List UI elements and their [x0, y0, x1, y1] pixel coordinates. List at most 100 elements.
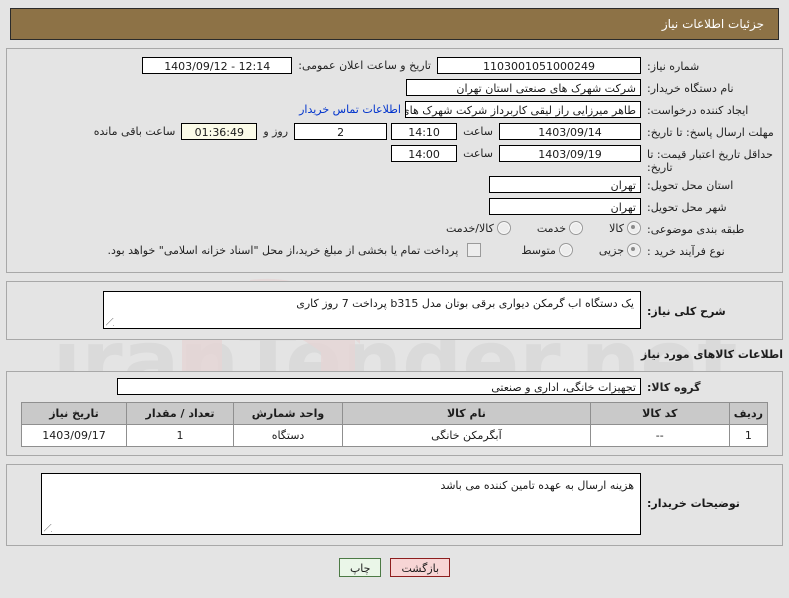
fields-goods-group: تجهیزات خانگی، اداری و صنعتی — [13, 378, 641, 395]
label-need-number: شماره نیاز: — [647, 60, 700, 73]
row-price-validity: حداقل تاریخ اعتبار قیمت: تا تاریخ: 1403/… — [13, 145, 776, 174]
buyer-notes-textarea[interactable]: هزینه ارسال به عهده تامین کننده می باشد — [41, 473, 641, 535]
goods-table-body: 1 -- آبگرمکن خانگی دستگاه 1 1403/09/17 — [21, 424, 769, 447]
price-validity-date-field[interactable]: 1403/09/19 — [499, 145, 641, 162]
fields-request-creator: طاهر میرزایی راز لیقی کاربرداز شرکت شهرک… — [13, 101, 641, 118]
radio-icon-khedmat[interactable] — [569, 221, 584, 235]
label-price-validity-time: ساعت — [463, 147, 493, 160]
cell-unit: دستگاه — [233, 424, 343, 447]
delivery-province-field[interactable]: تهران — [489, 176, 641, 193]
header-wrap: جزئیات اطلاعات نیاز — [0, 0, 789, 40]
row-purchase-process: نوع فرآیند خرید : جزیی متوسط پرداخت تمام… — [13, 242, 776, 262]
delivery-city-field[interactable]: تهران — [489, 198, 641, 215]
label-request-creator: ایجاد کننده درخواست: — [647, 104, 749, 117]
radio-subject-khedmat[interactable]: خدمت — [536, 221, 584, 235]
row-buyer-org: نام دستگاه خریدار: شرکت شهرک های صنعتی ا… — [13, 79, 776, 99]
radio-label-khedmat: خدمت — [536, 221, 567, 235]
checkbox-treasury-docs[interactable]: پرداخت تمام یا بخشی از مبلغ خرید،از محل … — [108, 243, 482, 257]
response-deadline-time-field[interactable]: 14:10 — [391, 123, 458, 140]
radio-icon-kala-khedmat[interactable] — [496, 221, 511, 235]
need-number-field[interactable]: 1103001051000249 — [437, 57, 641, 74]
cell-radif: 1 — [728, 424, 769, 447]
table-row[interactable]: 1 -- آبگرمکن خانگی دستگاه 1 1403/09/17 — [21, 424, 769, 447]
fields-buyer-org: شرکت شهرک های صنعتی استان تهران — [13, 79, 641, 96]
col-header-name: نام کالا — [342, 402, 591, 425]
radio-icon-kala[interactable] — [627, 221, 641, 235]
radio-label-kala: کالا — [609, 221, 624, 235]
fields-delivery-province: تهران — [13, 176, 641, 193]
label-response-deadline: مهلت ارسال پاسخ: تا تاریخ: — [647, 126, 774, 139]
table-header-row: ردیف کد کالا نام کالا واحد شمارش تعداد /… — [21, 402, 769, 425]
radio-icon-motevaset[interactable] — [558, 243, 573, 257]
radio-process-jozee[interactable]: جزیی — [599, 243, 641, 257]
general-description-textarea[interactable]: یک دستگاه اب گرمکن دیواری برقی بوتان مدل… — [103, 291, 641, 329]
col-header-radif: ردیف — [728, 402, 769, 425]
radio-process-motevaset[interactable]: متوسط — [521, 243, 573, 257]
general-description-panel: شرح کلی نیاز: یک دستگاه اب گرمکن دیواری … — [6, 281, 783, 340]
label-remaining-hours: ساعت باقی مانده — [93, 125, 176, 138]
fields-price-validity: 1403/09/19 ساعت 14:00 — [13, 145, 641, 162]
need-info-panel: شماره نیاز: 1103001051000249 تاریخ و ساع… — [6, 48, 783, 273]
radio-label-motevaset: متوسط — [521, 243, 556, 257]
goods-group-field[interactable]: تجهیزات خانگی، اداری و صنعتی — [117, 378, 641, 395]
row-need-number: شماره نیاز: 1103001051000249 تاریخ و ساع… — [13, 57, 776, 77]
footer-actions: بازگشت چاپ — [0, 546, 789, 577]
goods-panel: گروه کالا: تجهیزات خانگی، اداری و صنعتی … — [6, 371, 783, 456]
subject-class-radio-group: کالا خدمت کالا/خدمت — [424, 220, 641, 235]
row-subject-class: طبقه بندی موضوعی: کالا خدمت کالا/خدمت — [13, 220, 776, 240]
buyer-notes-panel: توضیحات خریدار: هزینه ارسال به عهده تامی… — [6, 464, 783, 546]
cell-date: 1403/09/17 — [21, 424, 127, 447]
row-response-deadline: مهلت ارسال پاسخ: تا تاریخ: 1403/09/14 سا… — [13, 123, 776, 143]
fields-subject-class: کالا خدمت کالا/خدمت — [13, 220, 641, 235]
row-buyer-notes: توضیحات خریدار: هزینه ارسال به عهده تامی… — [13, 473, 776, 535]
label-remaining-days: روز و — [263, 125, 289, 138]
checkbox-icon-treasury[interactable] — [467, 243, 482, 257]
radio-label-jozee: جزیی — [598, 243, 624, 257]
col-header-unit: واحد شمارش — [233, 402, 343, 425]
label-response-deadline-time: ساعت — [463, 125, 493, 138]
request-creator-field[interactable]: طاهر میرزایی راز لیقی کاربرداز شرکت شهرک… — [405, 101, 641, 118]
fields-delivery-city: تهران — [13, 198, 641, 215]
remaining-countdown-field: 01:36:49 — [181, 123, 258, 140]
buyer-contact-link[interactable]: اطلاعات تماس خریدار — [299, 103, 401, 116]
label-buyer-org: نام دستگاه خریدار: — [647, 82, 734, 95]
price-validity-time-field[interactable]: 14:00 — [391, 145, 458, 162]
col-header-qty: تعداد / مقدار — [126, 402, 234, 425]
remaining-days-field[interactable]: 2 — [294, 123, 388, 140]
label-subject-class: طبقه بندی موضوعی: — [647, 223, 745, 236]
cell-code: -- — [589, 424, 730, 447]
radio-subject-kala[interactable]: کالا — [609, 221, 641, 235]
page-root: جزئیات اطلاعات نیاز شماره نیاز: 11030010… — [0, 0, 789, 577]
page-title: جزئیات اطلاعات نیاز — [661, 17, 764, 31]
treasury-note-text: پرداخت تمام یا بخشی از مبلغ خرید،از محل … — [107, 243, 459, 257]
label-delivery-city: شهر محل تحویل: — [647, 201, 727, 214]
back-button[interactable]: بازگشت — [390, 558, 451, 577]
label-delivery-province: استان محل تحویل: — [647, 179, 734, 192]
announce-datetime-field[interactable]: 12:14 - 1403/09/12 — [142, 57, 293, 74]
cell-name: آبگرمکن خانگی — [342, 424, 591, 447]
fields-need-number: 1103001051000249 تاریخ و ساعت اعلان عموم… — [13, 57, 641, 74]
row-request-creator: ایجاد کننده درخواست: طاهر میرزایی راز لی… — [13, 101, 776, 121]
goods-table-head: ردیف کد کالا نام کالا واحد شمارش تعداد /… — [21, 402, 769, 425]
radio-label-kala-khedmat: کالا/خدمت — [446, 221, 494, 235]
col-header-code: کد کالا — [589, 402, 730, 425]
label-goods-group: گروه کالا: — [647, 381, 701, 394]
response-deadline-date-field[interactable]: 1403/09/14 — [499, 123, 641, 140]
label-announce-datetime: تاریخ و ساعت اعلان عمومی: — [298, 59, 431, 72]
cell-qty: 1 — [126, 424, 234, 447]
page-header: جزئیات اطلاعات نیاز — [10, 8, 779, 40]
buyer-org-field[interactable]: شرکت شهرک های صنعتی استان تهران — [406, 79, 641, 96]
row-goods-group: گروه کالا: تجهیزات خانگی، اداری و صنعتی — [13, 378, 776, 398]
fields-response-deadline: 1403/09/14 ساعت 14:10 2 روز و 01:36:49 س… — [13, 123, 641, 140]
label-price-validity: حداقل تاریخ اعتبار قیمت: تا تاریخ: — [647, 148, 773, 174]
radio-subject-kala-khedmat[interactable]: کالا/خدمت — [446, 221, 511, 235]
radio-icon-jozee[interactable] — [627, 243, 641, 257]
col-header-date: تاریخ نیاز — [21, 402, 127, 425]
print-button[interactable]: چاپ — [338, 558, 382, 577]
fields-purchase-process: جزیی متوسط پرداخت تمام یا بخشی از مبلغ خ… — [13, 242, 641, 257]
row-delivery-city: شهر محل تحویل: تهران — [13, 198, 776, 218]
label-buyer-notes: توضیحات خریدار: — [647, 497, 740, 510]
row-delivery-province: استان محل تحویل: تهران — [13, 176, 776, 196]
label-general-description: شرح کلی نیاز: — [647, 305, 726, 318]
label-purchase-process: نوع فرآیند خرید : — [647, 245, 725, 258]
